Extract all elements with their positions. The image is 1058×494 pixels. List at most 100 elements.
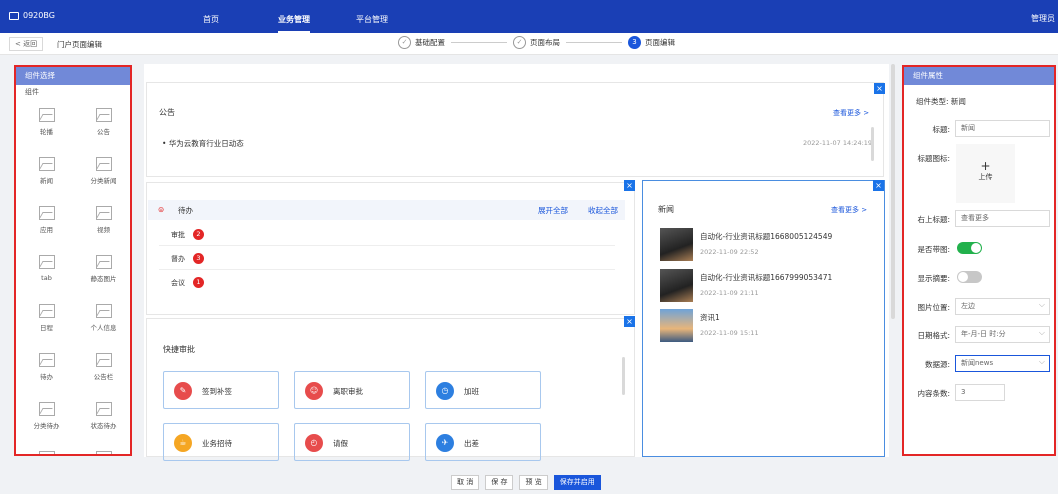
quick-approval-button[interactable]: ☕ 业务招待 — [163, 423, 279, 461]
cancel-button[interactable]: 取 消 — [451, 475, 480, 490]
quick-approval-button[interactable]: ☺ 离职审批 — [294, 371, 410, 409]
component-group-label: 组件 — [25, 88, 39, 96]
collapse-all-link[interactable]: 收起全部 — [588, 205, 618, 216]
component-item[interactable]: 待办 — [18, 345, 75, 389]
notice-more-link[interactable]: 查看更多 > — [833, 108, 869, 118]
todo-row[interactable]: 审批 2 — [159, 223, 615, 246]
notice-card[interactable]: 公告 查看更多 > • 华为云教育行业日动态 2022-11-07 14:24:… — [146, 82, 884, 177]
sub-header: < 返回 门户页面编辑 ✓ 基础配置 ✓ 页面布局 3 页面编辑 — [0, 33, 1058, 55]
component-panel: 组件选择 组件 轮播 公告 新闻 分类新闻 应用 视频 tab 静态图片 日程 个人信息 待办 公告栏… — [14, 65, 132, 456]
image-position-select[interactable]: 左边 — [955, 297, 1050, 315]
component-item[interactable]: 日程 — [18, 296, 75, 340]
item-count-input[interactable]: 3 — [955, 384, 1005, 401]
prop-label: 日期格式: — [917, 331, 950, 340]
prop-date-format-row: 日期格式: 年-月-日 时:分 — [904, 325, 1054, 344]
close-icon[interactable]: × — [873, 180, 884, 191]
notice-item-text: 华为云教育行业日动态 — [168, 139, 244, 148]
image-icon — [95, 255, 112, 269]
component-item[interactable]: 状态待办 — [75, 394, 130, 438]
icon-upload[interactable]: + 上传 — [956, 144, 1015, 203]
step-label: 基础配置 — [415, 38, 445, 47]
news-item[interactable]: 自动化-行业资讯标题1668005124549 2022-11-09 22:52 — [660, 228, 870, 266]
nav-platform[interactable]: 平台管理 — [356, 14, 388, 25]
quick-approval-label: 业务招待 — [202, 439, 232, 448]
close-icon[interactable]: × — [874, 83, 885, 94]
property-panel: 组件属性 组件类型: 新闻 标题: 新闻 标题图标: + 上传 右上标题: 查看更多 … — [902, 65, 1056, 456]
save-and-enable-button[interactable]: 保存并启用 — [553, 475, 601, 490]
quick-approval-button[interactable]: ◴ 请假 — [294, 423, 410, 461]
monitor-icon — [9, 11, 19, 20]
component-item[interactable]: 静态图片 — [75, 247, 130, 291]
quick-scrollbar[interactable] — [622, 357, 625, 395]
quick-approval-card[interactable]: 快捷审批 ✎ 签到补签 ☺ 离职审批 ◷ 加班 ☕ 业务招待 ◴ 请假 ✈ 出差 — [146, 318, 635, 461]
todo-row-label: 会议 — [171, 279, 185, 287]
component-item[interactable]: 公告栏 — [75, 345, 130, 389]
news-more-link[interactable]: 查看更多 > — [831, 205, 867, 215]
quick-approval-button[interactable]: ◷ 加班 — [425, 371, 541, 409]
prop-label: 内容条数: — [917, 389, 950, 398]
notice-scrollbar[interactable] — [871, 127, 874, 161]
save-button[interactable]: 保 存 — [485, 475, 514, 490]
component-item[interactable]: 应用 — [18, 198, 75, 242]
app-title[interactable]: 0920BG — [9, 11, 55, 20]
news-item[interactable]: 自动化-行业资讯标题1667999053471 2022-11-09 21:11 — [660, 269, 870, 307]
component-item[interactable]: 视频 — [75, 198, 130, 242]
component-item[interactable]: 新闻 — [18, 149, 75, 193]
component-item[interactable]: 公告 — [75, 100, 130, 144]
user-leave-icon: ☺ — [305, 382, 323, 400]
todo-card[interactable]: ⊜ 待办 展开全部 收起全部 审批 2 督办 3 会议 1 — [146, 182, 635, 315]
news-thumbnail — [660, 228, 693, 261]
component-label: 静态图片 — [90, 275, 117, 283]
component-item[interactable]: tab — [18, 247, 75, 291]
image-icon — [38, 108, 55, 122]
news-item[interactable]: 资讯1 2022-11-09 15:11 — [660, 309, 870, 347]
step-number: 3 — [628, 36, 641, 49]
show-image-toggle[interactable] — [957, 242, 982, 254]
todo-header: ⊜ 待办 展开全部 收起全部 — [148, 200, 625, 220]
canvas-scrollbar[interactable] — [891, 64, 895, 319]
data-source-select[interactable]: 新闻news — [955, 354, 1050, 372]
title-input[interactable]: 新闻 — [955, 120, 1050, 137]
nav-home[interactable]: 首页 — [203, 14, 219, 25]
notice-item-date: 2022-11-07 14:24:19 — [803, 139, 873, 147]
show-summary-toggle[interactable] — [957, 271, 982, 283]
todo-row[interactable]: 督办 3 — [159, 247, 615, 270]
quick-approval-button[interactable]: ✈ 出差 — [425, 423, 541, 461]
sign-icon: ✎ — [174, 382, 192, 400]
close-icon[interactable]: × — [624, 316, 635, 327]
component-item[interactable] — [18, 443, 75, 454]
image-icon — [95, 402, 112, 416]
prop-label: 图片位置: — [917, 303, 950, 312]
component-label: 个人信息 — [90, 324, 117, 332]
nav-business[interactable]: 业务管理 — [278, 14, 310, 33]
quick-approval-title: 快捷审批 — [163, 345, 195, 354]
notice-item[interactable]: • 华为云教育行业日动态 — [162, 138, 244, 149]
quick-approval-button[interactable]: ✎ 签到补签 — [163, 371, 279, 409]
news-card[interactable]: 新闻 查看更多 > 自动化-行业资讯标题1668005124549 2022-11… — [642, 180, 885, 457]
user-menu[interactable]: 管理员 — [1031, 13, 1055, 24]
prop-show-summary-row: 显示摘要: — [904, 269, 1054, 287]
component-item[interactable]: 轮播 — [18, 100, 75, 144]
component-label: 公告 — [97, 128, 110, 136]
close-icon[interactable]: × — [624, 180, 635, 191]
preview-button[interactable]: 预 览 — [519, 475, 548, 490]
component-item[interactable]: 分类待办 — [18, 394, 75, 438]
right-title-input[interactable]: 查看更多 — [955, 210, 1050, 227]
step-basic[interactable]: ✓ 基础配置 — [398, 36, 445, 49]
image-icon — [38, 402, 55, 416]
component-item[interactable] — [75, 443, 130, 454]
todo-row[interactable]: 会议 1 — [159, 271, 615, 294]
image-icon — [38, 304, 55, 318]
component-label: 视频 — [97, 226, 110, 234]
back-button[interactable]: < 返回 — [9, 37, 44, 51]
expand-all-link[interactable]: 展开全部 — [538, 205, 568, 216]
component-item[interactable]: 分类新闻 — [75, 149, 130, 193]
step-edit[interactable]: 3 页面编辑 — [628, 36, 675, 49]
step-layout[interactable]: ✓ 页面布局 — [513, 36, 560, 49]
prop-image-position-row: 图片位置: 左边 — [904, 297, 1054, 316]
plus-icon: + — [980, 159, 991, 173]
news-item-date: 2022-11-09 22:52 — [700, 248, 759, 256]
component-item[interactable]: 个人信息 — [75, 296, 130, 340]
date-format-select[interactable]: 年-月-日 时:分 — [955, 325, 1050, 343]
quick-approval-label: 请假 — [333, 439, 348, 448]
